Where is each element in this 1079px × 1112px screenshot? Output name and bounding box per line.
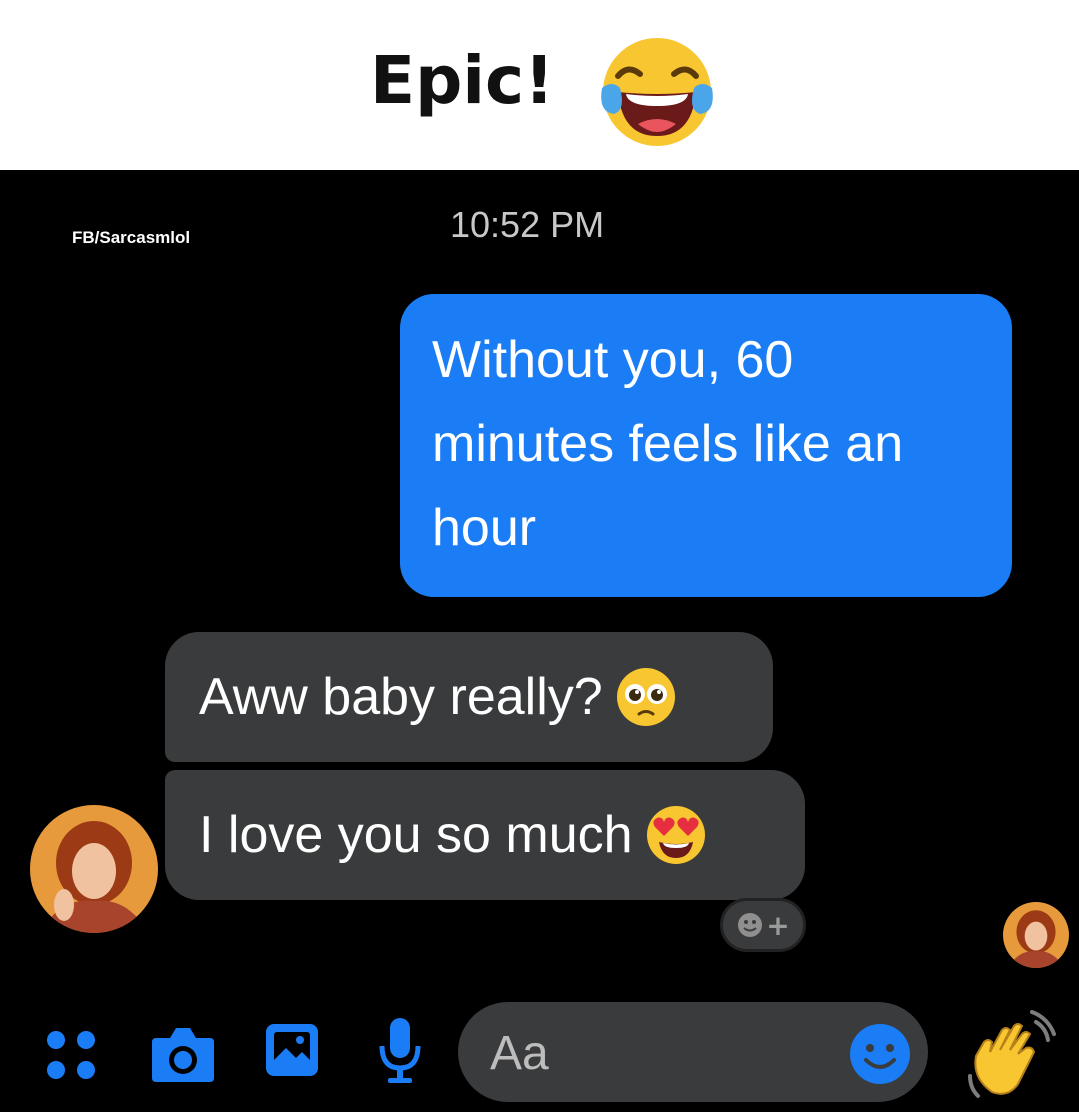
- heart-eyes-icon: [646, 806, 705, 864]
- chat-thread: FB/Sarcasmlol 10:52 PM Without you, 60 m…: [0, 170, 1079, 1112]
- message-input[interactable]: [488, 1020, 852, 1086]
- gallery-icon[interactable]: [262, 1020, 322, 1080]
- watermark: FB/Sarcasmlol: [72, 228, 191, 247]
- outgoing-message-bubble[interactable]: Without you, 60 minutes feels like an ho…: [400, 294, 1012, 597]
- message-text: I love you so much: [199, 806, 633, 864]
- message-timestamp: 10:52 PM: [450, 204, 605, 245]
- caption-title: Epic!: [370, 42, 555, 119]
- microphone-icon[interactable]: [378, 1016, 422, 1088]
- smile-icon[interactable]: [848, 1022, 912, 1086]
- incoming-message-bubble[interactable]: I love you so much: [165, 770, 805, 900]
- camera-icon[interactable]: [150, 1024, 216, 1084]
- avatar-photo: [30, 805, 158, 933]
- incoming-message-bubble[interactable]: Aww baby really?: [165, 632, 773, 762]
- waving-hand-icon[interactable]: [962, 1008, 1058, 1104]
- plus-icon: +: [766, 908, 790, 942]
- seen-by-avatar: [1003, 902, 1069, 968]
- message-input-container[interactable]: [458, 1002, 928, 1102]
- contact-avatar[interactable]: [30, 805, 158, 933]
- avatar-photo: [1003, 902, 1069, 968]
- message-text: Aww baby really?: [199, 668, 603, 726]
- message-composer: [0, 1000, 1079, 1112]
- message-text: Without you, 60 minutes feels like an ho…: [432, 331, 904, 557]
- caption-bar: Epic!: [0, 0, 1079, 170]
- pleading-face-icon: [616, 668, 675, 726]
- menu-dots-icon[interactable]: [44, 1028, 98, 1082]
- add-reaction-button[interactable]: +: [720, 898, 806, 952]
- face-with-tears-of-joy-icon: [601, 38, 713, 146]
- add-reaction-icon: [738, 913, 763, 937]
